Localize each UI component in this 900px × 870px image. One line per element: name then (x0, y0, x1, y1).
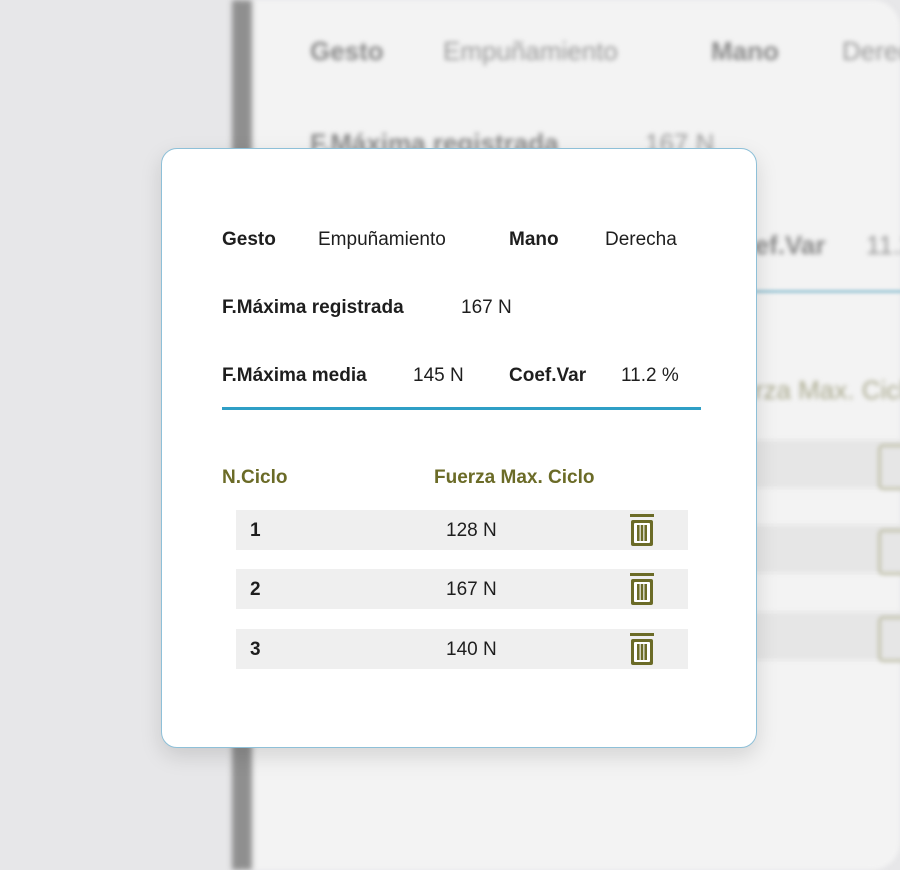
max-mean-label: F.Máxima media (222, 365, 367, 386)
cycle-force: 128 N (446, 520, 497, 541)
hand-label: Mano (509, 229, 559, 250)
cycle-force: 140 N (446, 639, 497, 660)
background-divider (740, 290, 900, 293)
coef-var-value: 11.2 % (621, 365, 679, 386)
background-hand-label: Mano (711, 36, 779, 66)
background-trash-icon (878, 444, 900, 490)
background-gesture-value: Empuñamiento (443, 36, 618, 66)
trash-icon[interactable] (628, 513, 656, 547)
cycle-number: 1 (250, 520, 261, 541)
gesture-value: Empuñamiento (318, 229, 446, 250)
background-trash-icon (878, 529, 900, 575)
gesture-label: Gesto (222, 229, 276, 250)
background-coef-value: 11.2 % (866, 230, 900, 260)
background-hand-value: Derecha (842, 36, 900, 66)
max-mean-value: 145 N (413, 365, 464, 386)
cycle-number: 3 (250, 639, 261, 660)
trash-icon[interactable] (628, 572, 656, 606)
cycle-summary-card: Gesto Empuñamiento Mano Derecha F.Máxima… (161, 148, 757, 748)
summary-divider (222, 407, 701, 410)
background-gesture-label: Gesto (310, 36, 384, 66)
max-recorded-label: F.Máxima registrada (222, 297, 404, 318)
screen: Gesto Empuñamiento Mano Derecha F.Máxima… (0, 0, 900, 870)
table-row: 1 128 N (236, 510, 688, 550)
cycle-number: 2 (250, 579, 261, 600)
cycle-number-header: N.Ciclo (222, 467, 288, 488)
background-trash-icon (878, 616, 900, 662)
trash-icon[interactable] (628, 632, 656, 666)
max-recorded-value: 167 N (461, 297, 512, 318)
coef-var-label: Coef.Var (509, 365, 587, 386)
table-row: 3 140 N (236, 629, 688, 669)
hand-value: Derecha (605, 229, 677, 250)
table-row: 2 167 N (236, 569, 688, 609)
cycle-force: 167 N (446, 579, 497, 600)
max-force-header: Fuerza Max. Ciclo (434, 467, 595, 488)
